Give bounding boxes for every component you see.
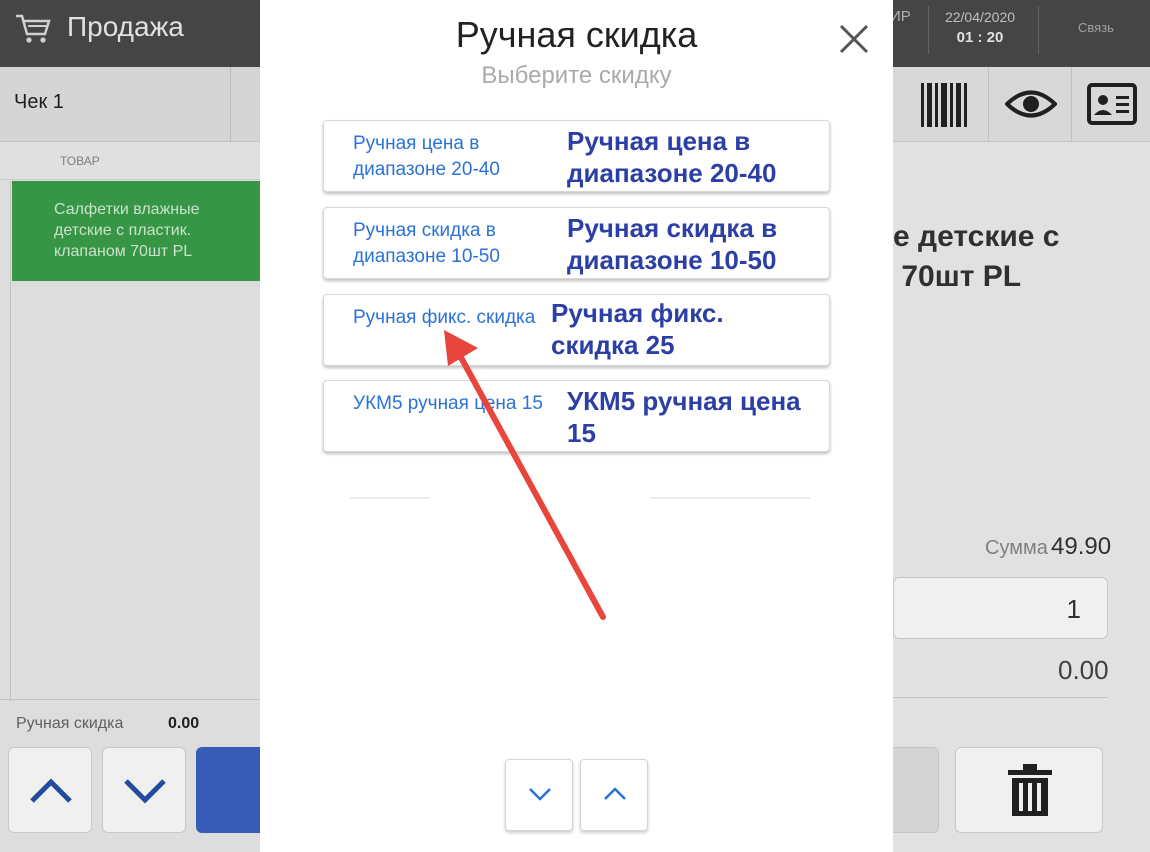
dialog-title: Ручная скидка bbox=[455, 14, 698, 55]
dialog-subtitle: Выберите скидку bbox=[481, 62, 672, 89]
discount-option[interactable]: УКМ5 ручная цена 15 УКМ5 ручная цена 15 bbox=[323, 380, 830, 452]
option-label: Ручная цена в диапазоне 20-40 bbox=[353, 133, 500, 180]
option-label: Ручная скидка в диапазоне 10-50 bbox=[353, 220, 500, 267]
discount-option[interactable]: Ручная цена в диапазоне 20-40 Ручная цен… bbox=[323, 120, 830, 192]
chevron-up-icon bbox=[604, 787, 626, 800]
close-icon bbox=[839, 24, 869, 54]
option-annotation: УКМ5 ручная цена 15 bbox=[567, 386, 801, 448]
faded-option-hint bbox=[350, 497, 810, 499]
scroll-up-button[interactable] bbox=[580, 759, 648, 831]
scroll-down-button[interactable] bbox=[505, 759, 573, 831]
option-label: Ручная фикс. скидка bbox=[353, 307, 536, 328]
option-label: УКМ5 ручная цена 15 bbox=[353, 393, 543, 414]
option-annotation: Ручная фикс. скидка 25 bbox=[551, 298, 724, 360]
close-button[interactable] bbox=[833, 18, 873, 58]
discount-option[interactable]: Ручная фикс. скидка Ручная фикс. скидка … bbox=[323, 294, 830, 366]
chevron-down-icon bbox=[529, 788, 551, 801]
discount-option[interactable]: Ручная скидка в диапазоне 10-50 Ручная с… bbox=[323, 207, 830, 279]
option-annotation: Ручная скидка в диапазоне 10-50 bbox=[567, 213, 778, 275]
discount-dialog: Ручная скидка Выберите скидку Ручная цен… bbox=[260, 0, 893, 852]
option-annotation: Ручная цена в диапазоне 20-40 bbox=[567, 126, 777, 188]
